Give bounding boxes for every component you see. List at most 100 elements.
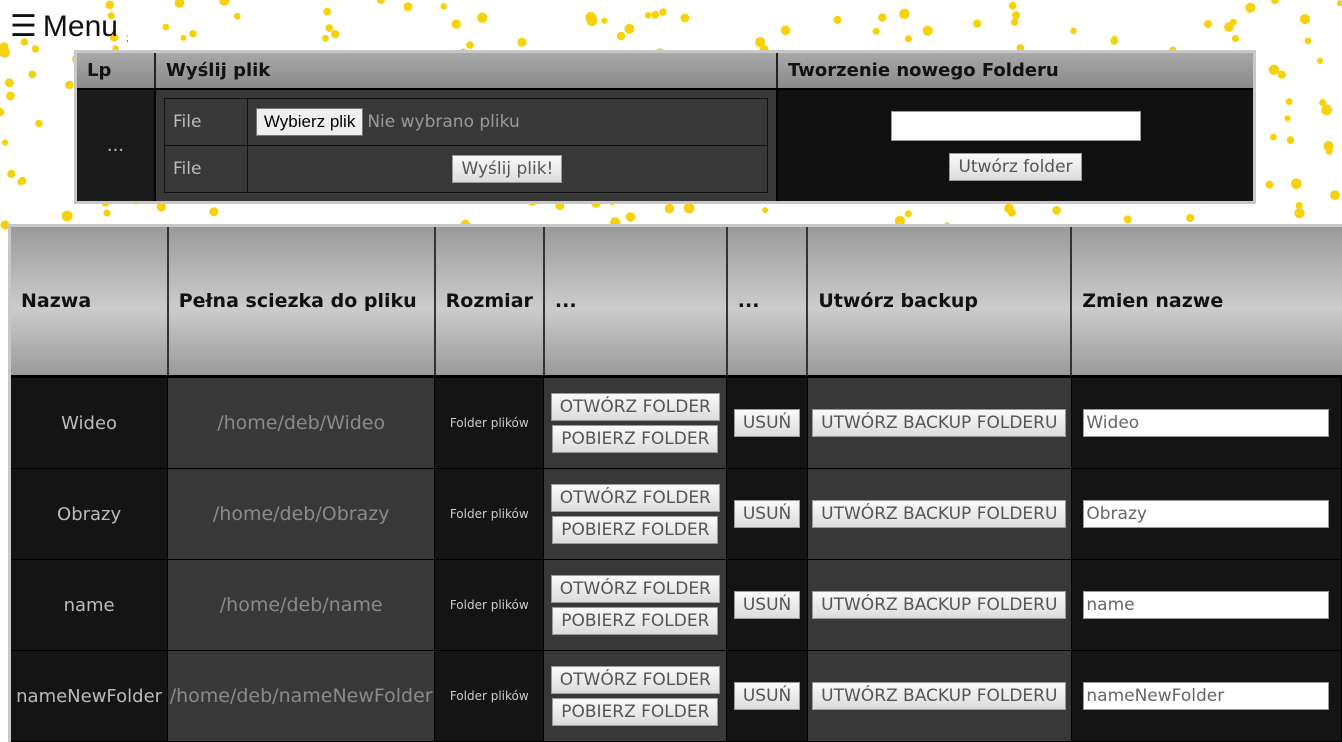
send-file-cell: File Wybierz plik Nie wybrano pliku File … [155,89,778,201]
choose-file-button[interactable]: Wybierz plik [255,108,364,136]
rename-cell [1071,559,1342,651]
background-dot [1224,22,1234,32]
folder-path: /home/deb/nameNewFolder [167,650,436,742]
background-dot [1232,35,1239,43]
delete-button[interactable]: USUŃ [733,682,801,710]
background-dot [1291,178,1302,189]
rename-input[interactable] [1083,682,1330,710]
background-dot [466,41,474,49]
backup-folder-button[interactable]: UTWÓRZ BACKUP FOLDERU [812,591,1067,619]
new-folder-input[interactable] [890,110,1141,141]
files-table: Nazwa Pełna sciezka do pliku Rozmiar ...… [11,227,1342,742]
background-dot [1284,115,1291,122]
folder-size: Folder plików [434,559,545,651]
background-dot [1304,37,1312,45]
background-dot [1271,0,1279,5]
open-folder-button[interactable]: OTWÓRZ FOLDER [550,575,720,603]
files-table-panel: Nazwa Pełna sciezka do pliku Rozmiar ...… [8,224,1342,742]
col-path: Pełna sciezka do pliku [167,227,436,378]
delete-button[interactable]: USUŃ [733,500,801,528]
send-file-header: Wyślij plik [155,53,778,90]
table-row: Obrazy /home/deb/Obrazy Folder plików OT… [11,468,1342,560]
create-folder-header: Tworzenie nowego Folderu [777,53,1253,90]
create-folder-button[interactable]: Utwórz folder [949,152,1082,181]
background-dot [659,8,667,16]
backup-folder-button[interactable]: UTWÓRZ BACKUP FOLDERU [812,500,1067,528]
folder-path: /home/deb/Obrazy [167,468,436,560]
background-dot [1325,148,1333,155]
background-dot [376,0,385,5]
background-dot [219,0,230,6]
download-folder-button[interactable]: POBIERZ FOLDER [552,607,719,635]
rename-input[interactable] [1083,500,1330,528]
backup-folder-button[interactable]: UTWÓRZ BACKUP FOLDERU [812,682,1067,710]
delete-cell: USUŃ [726,650,808,742]
background-dot [904,35,912,43]
menu-label: Menu [42,10,118,43]
background-dot [174,0,185,8]
file-chooser: Wybierz plik Nie wybrano pliku [246,98,769,146]
backup-cell: UTWÓRZ BACKUP FOLDERU [807,468,1072,560]
background-dot [61,210,73,222]
background-dot [17,179,24,186]
background-dot [644,12,652,19]
folder-name: name [11,559,169,651]
background-dot [233,12,241,20]
background-dot [325,24,334,32]
lp-cell: ... [77,89,156,201]
rename-input[interactable] [1083,409,1330,437]
background-dot [683,202,695,214]
delete-cell: USUŃ [726,559,808,651]
backup-cell: UTWÓRZ BACKUP FOLDERU [807,376,1072,469]
folder-size: Folder plików [434,468,545,560]
delete-button[interactable]: USUŃ [733,591,801,619]
file-label: File [164,145,248,193]
menu-button[interactable]: ☰ Menu ; [10,10,129,44]
open-folder-button[interactable]: OTWÓRZ FOLDER [550,666,720,694]
table-row: Wideo /home/deb/Wideo Folder plików OTWÓ… [11,376,1342,469]
background-dot [680,13,690,23]
background-dot [878,13,887,22]
delete-cell: USUŃ [726,468,808,560]
background-dot [1052,206,1061,215]
background-dot [451,19,461,29]
send-file-button[interactable]: Wyślij plik! [452,155,563,183]
lp-header: Lp [77,53,156,90]
background-dot [5,91,15,101]
background-dot [755,37,766,48]
hamburger-icon: ☰ [10,10,37,43]
menu-dot-icon: ; [125,33,129,44]
folder-name: nameNewFolder [11,650,169,742]
rename-cell [1071,376,1342,469]
background-dot [616,31,626,41]
background-dot [28,70,37,79]
background-dot [1268,64,1280,76]
rename-input[interactable] [1083,591,1330,619]
background-dot [189,30,197,38]
table-row: nameNewFolder /home/deb/nameNewFolder Fo… [11,650,1342,742]
background-dot [1270,133,1277,141]
folder-actions: OTWÓRZ FOLDER POBIERZ FOLDER [543,468,728,560]
open-folder-button[interactable]: OTWÓRZ FOLDER [550,393,720,421]
background-dot [833,15,842,24]
background-dot [1123,215,1132,224]
background-dot [322,34,329,42]
background-dot [762,207,769,214]
download-folder-button[interactable]: POBIERZ FOLDER [552,698,719,726]
download-folder-button[interactable]: POBIERZ FOLDER [552,516,719,544]
backup-folder-button[interactable]: UTWÓRZ BACKUP FOLDERU [812,409,1067,437]
download-folder-button[interactable]: POBIERZ FOLDER [552,425,719,453]
delete-button[interactable]: USUŃ [733,409,801,437]
folder-size: Folder plików [434,650,545,742]
background-dot [973,19,982,28]
background-dot [0,108,5,117]
background-dot [403,2,413,12]
background-dot [1008,1,1017,10]
open-folder-button[interactable]: OTWÓRZ FOLDER [550,484,720,512]
background-dot [35,119,43,128]
background-dot [1204,20,1213,29]
background-dot [1,139,9,146]
background-dot [1330,190,1340,201]
file-label: File [164,98,248,146]
background-dot [585,12,597,23]
